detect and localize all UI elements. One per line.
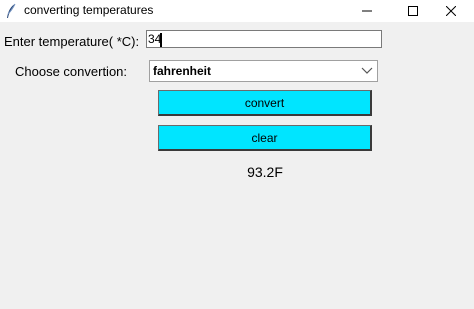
feather-icon bbox=[7, 3, 16, 18]
text-caret bbox=[160, 32, 163, 47]
close-button[interactable] bbox=[428, 0, 474, 22]
main-content: Enter temperature( *C): 34 Choose conver… bbox=[0, 22, 474, 309]
clear-button[interactable]: clear bbox=[158, 125, 372, 151]
conversion-label: Choose convertion: bbox=[15, 64, 128, 79]
temperature-label: Enter temperature( *C): bbox=[4, 34, 140, 49]
close-icon bbox=[446, 6, 456, 16]
title-bar: converting temperatures bbox=[0, 0, 474, 22]
convert-button[interactable]: convert bbox=[158, 90, 372, 116]
minimize-icon bbox=[362, 10, 372, 12]
temperature-input[interactable]: 34 bbox=[146, 30, 382, 48]
minimize-button[interactable] bbox=[344, 0, 390, 22]
chevron-down-icon bbox=[361, 67, 373, 74]
temperature-value: 34 bbox=[148, 32, 162, 46]
conversion-selected-value: fahrenheit bbox=[153, 64, 212, 78]
result-text: 93.2F bbox=[247, 164, 283, 180]
window-title: converting temperatures bbox=[24, 3, 154, 17]
maximize-icon bbox=[408, 6, 418, 16]
conversion-select[interactable]: fahrenheit bbox=[149, 60, 378, 82]
